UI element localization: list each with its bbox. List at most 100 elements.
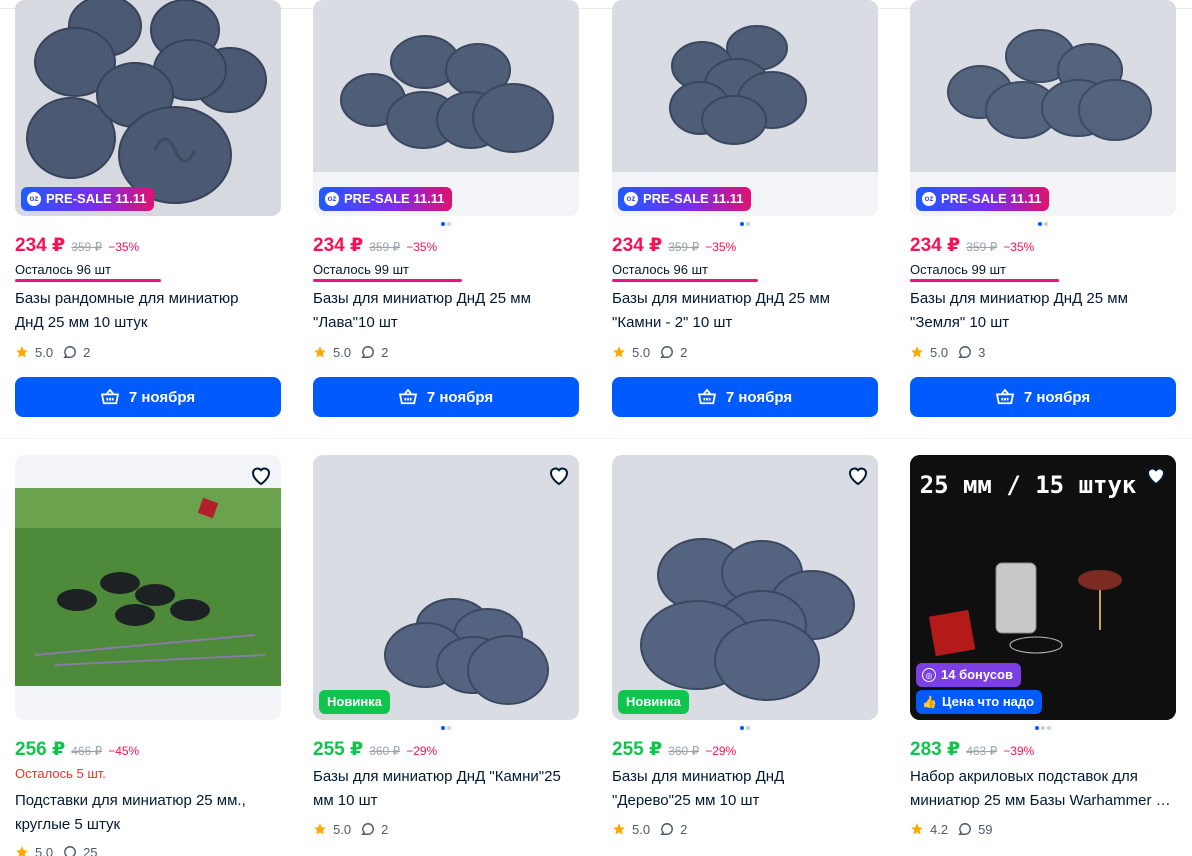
price: 234 ₽ [910, 235, 961, 256]
badge-label: PRE-SALE 11.11 [941, 191, 1042, 206]
price: 255 ₽ [313, 739, 364, 760]
title-line: ДнД 25 мм 10 штук [15, 314, 148, 331]
old-price: 359 ₽ [71, 240, 103, 254]
old-price: 359 ₽ [966, 240, 998, 254]
product-title[interactable]: Базы для миниатюр ДнД 25 мм "Лава"10 шт [313, 287, 579, 335]
rating-value: 5.0 [333, 821, 352, 837]
price: 283 ₽ [910, 739, 961, 760]
reviews-count: 2 [680, 344, 688, 360]
image-pager[interactable] [910, 222, 1176, 226]
discount: −35% [705, 240, 737, 254]
title-line: "Камни - 2" 10 шт [612, 314, 733, 331]
price-block: 283 ₽ 463 ₽ −39% [910, 738, 1034, 760]
product-image[interactable]: oz PRE-SALE 11.11 [910, 0, 1176, 216]
price: 234 ₽ [612, 235, 663, 256]
title-line: "Лава"10 шт [313, 314, 398, 331]
stock-bar [910, 279, 1059, 282]
cart-icon [398, 389, 417, 405]
price-block: 234 ₽ 359 ₽ −35% [910, 234, 1034, 256]
cart-icon [995, 389, 1014, 405]
discount: −29% [705, 744, 737, 758]
add-to-cart-button[interactable]: 7 ноября [910, 377, 1176, 417]
badge-label: Новинка [626, 694, 681, 709]
product-image[interactable]: oz PRE-SALE 11.11 [313, 0, 579, 216]
product-title[interactable]: Базы для миниатюр ДнД 25 мм "Земля" 10 ш… [910, 287, 1176, 335]
title-line: "Дерево"25 мм 10 шт [612, 792, 760, 809]
presale-badge: oz PRE-SALE 11.11 [21, 187, 155, 211]
product-title[interactable]: Базы для миниатюр ДнД "Камни"25 мм 10 шт [313, 765, 579, 813]
add-to-cart-button[interactable]: 7 ноября [313, 377, 579, 417]
ozon-logo-icon: oz [325, 192, 339, 206]
delivery-date: 7 ноября [128, 388, 196, 406]
product-title[interactable]: Базы для миниатюр ДнД 25 мм "Камни - 2" … [612, 287, 878, 335]
add-to-cart-button[interactable]: 7 ноября [15, 377, 281, 417]
price-block: 234 ₽ 359 ₽ −35% [313, 234, 437, 256]
price: 234 ₽ [15, 235, 66, 256]
reviews-count: 59 [978, 821, 993, 837]
presale-badge: oz PRE-SALE 11.11 [618, 187, 752, 211]
price-block: 234 ₽ 359 ₽ −35% [612, 234, 736, 256]
heart-icon[interactable] [249, 463, 273, 487]
heart-icon[interactable] [547, 463, 571, 487]
title-line: Подставки для миниатюр 25 мм., [15, 792, 246, 809]
image-pager[interactable] [612, 222, 878, 226]
new-badge: Новинка [319, 690, 390, 714]
product-image[interactable]: oz PRE-SALE 11.11 [612, 0, 878, 216]
rating-value: 5.0 [333, 344, 352, 360]
rating-block: 4.2 59 [910, 820, 993, 838]
product-image[interactable]: oz PRE-SALE 11.11 [15, 0, 281, 216]
reviews-count: 25 [83, 844, 98, 856]
star-icon [911, 346, 923, 358]
image-pager[interactable] [313, 222, 579, 226]
image-pager[interactable] [313, 726, 579, 730]
reviews-count: 3 [978, 344, 986, 360]
discount: −29% [406, 744, 438, 758]
rating-value: 5.0 [930, 344, 949, 360]
discount: −35% [1003, 240, 1035, 254]
old-price: 359 ₽ [668, 240, 700, 254]
badge-label: PRE-SALE 11.11 [643, 191, 744, 206]
reviews-count: 2 [83, 344, 91, 360]
comment-icon [63, 346, 76, 358]
bonus-coin-icon: ◎ [922, 668, 936, 682]
ozon-logo-icon: oz [922, 192, 936, 206]
heart-icon[interactable] [1144, 463, 1168, 487]
product-title[interactable]: Подставки для миниатюр 25 мм., круглые 5… [15, 789, 281, 837]
star-icon [613, 823, 625, 835]
product-image[interactable]: Новинка [612, 455, 878, 720]
add-to-cart-button[interactable]: 7 ноября [612, 377, 878, 417]
ozon-logo-icon: oz [27, 192, 41, 206]
ozon-logo-icon: oz [624, 192, 638, 206]
title-line: Набор акриловых подставок для [910, 768, 1138, 785]
heart-icon[interactable] [846, 463, 870, 487]
badge-label: Новинка [327, 694, 382, 709]
product-title[interactable]: Базы для миниатюр ДнД "Дерево"25 мм 10 ш… [612, 765, 878, 813]
title-line: круглые 5 штук [15, 816, 121, 833]
product-title[interactable]: Базы рандомные для миниатюр ДнД 25 мм 10… [15, 287, 281, 335]
title-line: Базы для миниатюр ДнД 25 мм [612, 290, 830, 307]
product-image[interactable]: 25 мм / 15 штук ◎ 14 бонусов 👍 Цена что … [910, 455, 1176, 720]
reviews-count: 2 [381, 344, 389, 360]
rating-block: 5.0 3 [910, 343, 985, 361]
product-image[interactable]: Новинка [313, 455, 579, 720]
cart-icon [697, 389, 716, 405]
image-pager[interactable] [612, 726, 878, 730]
price-block: 255 ₽ 360 ₽ −29% [313, 738, 437, 760]
fair-price-badge: 👍 Цена что надо [916, 690, 1043, 714]
product-image[interactable] [15, 455, 281, 720]
image-caption: 25 мм / 15 штук [920, 471, 1137, 499]
image-pager[interactable] [910, 726, 1176, 730]
title-line: Базы для миниатюр ДнД 25 мм [910, 290, 1128, 307]
rating-value: 5.0 [632, 344, 651, 360]
product-title[interactable]: Набор акриловых подставок для миниатюр 2… [910, 765, 1176, 813]
rating-block: 5.0 2 [612, 343, 687, 361]
delivery-date: 7 ноября [725, 388, 793, 406]
price: 256 ₽ [15, 739, 66, 760]
old-price: 359 ₽ [369, 240, 401, 254]
stock-label: Осталось 99 шт [910, 262, 1006, 277]
rating-block: 5.0 2 [15, 343, 90, 361]
old-price: 463 ₽ [966, 744, 998, 758]
delivery-date: 7 ноября [426, 388, 494, 406]
comment-icon [958, 823, 971, 835]
bonus-badge: ◎ 14 бонусов [916, 663, 1021, 687]
